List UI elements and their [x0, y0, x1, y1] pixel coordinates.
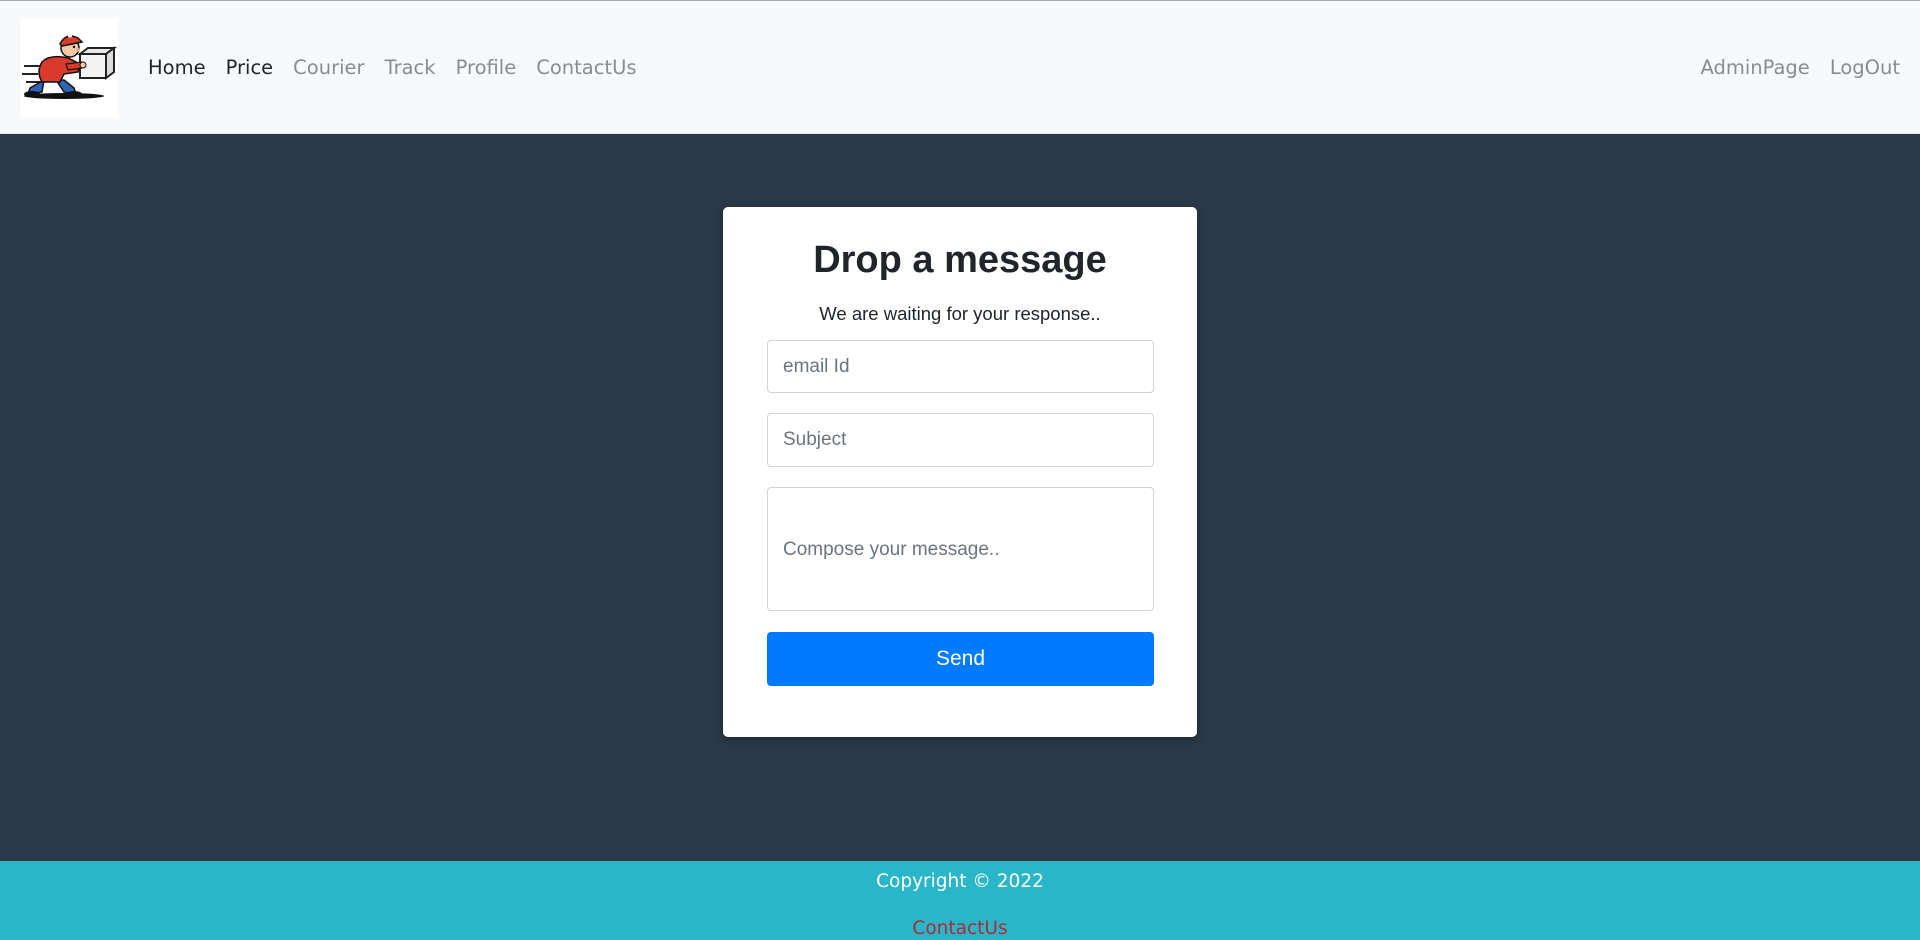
- brand-logo[interactable]: [20, 18, 118, 118]
- nav-link-courier[interactable]: Courier: [283, 53, 374, 83]
- primary-nav: Home Price Courier Track Profile Contact…: [138, 53, 647, 83]
- footer-contactus-link[interactable]: ContactUs: [0, 918, 1920, 939]
- courier-mascot-logo-icon: [22, 34, 117, 99]
- send-button[interactable]: Send: [767, 632, 1154, 686]
- nav-link-track[interactable]: Track: [375, 53, 446, 83]
- nav-link-home[interactable]: Home: [138, 53, 216, 83]
- nav-link-adminpage[interactable]: AdminPage: [1690, 53, 1819, 83]
- subject-field[interactable]: [767, 413, 1154, 467]
- form-title: Drop a message: [813, 239, 1107, 281]
- contact-form-card: Drop a message We are waiting for your r…: [723, 207, 1197, 737]
- nav-link-profile[interactable]: Profile: [446, 53, 527, 83]
- message-textarea[interactable]: [767, 487, 1154, 611]
- nav-link-logout[interactable]: LogOut: [1820, 53, 1910, 83]
- copyright-text: Copyright © 2022: [876, 871, 1044, 892]
- nav-link-price[interactable]: Price: [216, 53, 284, 83]
- form-subtitle: We are waiting for your response..: [819, 303, 1101, 324]
- page-footer: Copyright © 2022 ContactUs: [0, 861, 1920, 940]
- secondary-nav: AdminPage LogOut: [1690, 53, 1910, 83]
- email-field[interactable]: [767, 340, 1154, 393]
- top-navbar: Home Price Courier Track Profile Contact…: [0, 0, 1920, 134]
- nav-link-contactus[interactable]: ContactUs: [526, 53, 646, 83]
